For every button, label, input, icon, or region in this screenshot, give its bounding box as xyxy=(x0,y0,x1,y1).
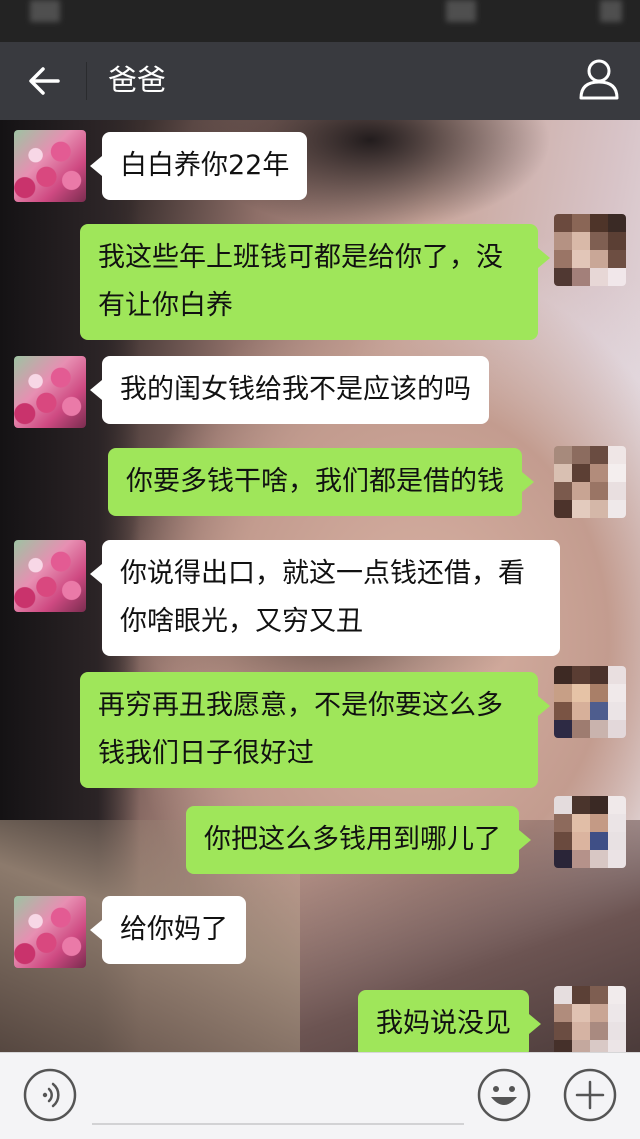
message-bubble-outgoing[interactable]: 你把这么多钱用到哪儿了 xyxy=(186,806,531,874)
person-icon xyxy=(579,59,619,100)
message-bubble-outgoing[interactable]: 你要多钱干啥，我们都是借的钱 xyxy=(108,448,534,516)
message-bubble-outgoing[interactable]: 再穷再丑我愿意，不是你要这么多钱我们日子很好过 xyxy=(80,672,550,788)
chat-area[interactable]: 白白养你22年 我这些年上班钱可都是给你了，没有让你白养 我的闺女钱给我不是应该… xyxy=(0,120,640,1052)
profile-button[interactable] xyxy=(576,54,622,108)
status-blur xyxy=(30,0,60,22)
my-avatar[interactable] xyxy=(554,666,626,738)
message-bubble-outgoing[interactable]: 我妈说没见 xyxy=(358,990,541,1052)
status-blur xyxy=(446,0,476,22)
my-avatar[interactable] xyxy=(554,796,626,868)
my-avatar[interactable] xyxy=(554,446,626,518)
more-button[interactable] xyxy=(562,1067,618,1123)
message-bubble-outgoing[interactable]: 我这些年上班钱可都是给你了，没有让你白养 xyxy=(80,224,550,340)
voice-button[interactable] xyxy=(22,1067,78,1123)
message-input[interactable] xyxy=(92,1071,464,1125)
plus-icon xyxy=(563,1068,617,1122)
my-avatar[interactable] xyxy=(554,214,626,286)
smiley-icon xyxy=(477,1068,531,1122)
my-avatar[interactable] xyxy=(554,986,626,1052)
back-button[interactable] xyxy=(18,56,70,106)
arrow-left-icon xyxy=(29,67,60,95)
contact-avatar[interactable] xyxy=(14,540,86,612)
message-bubble-incoming[interactable]: 我的闺女钱给我不是应该的吗 xyxy=(90,356,489,424)
message-bubble-incoming[interactable]: 给你妈了 xyxy=(90,896,246,964)
voice-icon xyxy=(23,1068,77,1122)
contact-avatar[interactable] xyxy=(14,896,86,968)
message-bubble-incoming[interactable]: 你说得出口，就这一点钱还借，看你啥眼光，又穷又丑 xyxy=(90,540,560,656)
contact-avatar[interactable] xyxy=(14,130,86,202)
input-toolbar xyxy=(0,1052,640,1139)
header-divider xyxy=(86,62,87,100)
contact-avatar[interactable] xyxy=(14,356,86,428)
chat-title: 爸爸 xyxy=(108,63,167,97)
message-bubble-incoming[interactable]: 白白养你22年 xyxy=(89,132,308,200)
chat-header: 爸爸 xyxy=(0,42,640,120)
status-bar xyxy=(0,0,640,42)
emoji-button[interactable] xyxy=(476,1067,532,1123)
status-blur xyxy=(600,0,622,22)
